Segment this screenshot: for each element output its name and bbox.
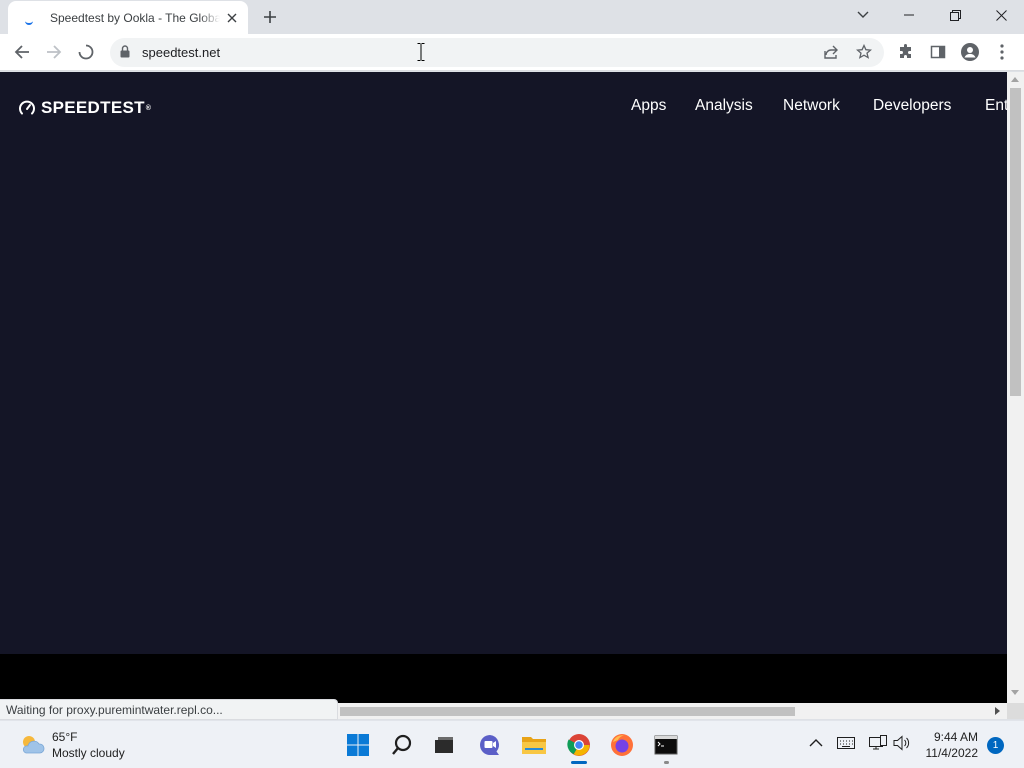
profile-avatar-icon[interactable]: [956, 38, 984, 66]
restore-icon[interactable]: [932, 0, 978, 30]
windows-logo-icon: [347, 734, 369, 756]
horizontal-scroll-thumb[interactable]: [340, 707, 795, 716]
notification-badge[interactable]: 1: [987, 737, 1004, 754]
running-app-indicator: [664, 761, 669, 764]
nav-developers[interactable]: Developers: [873, 97, 951, 115]
tab-strip: Speedtest by Ookla - The Global: [0, 0, 1024, 34]
nav-network[interactable]: Network: [783, 97, 840, 115]
status-bubble: Waiting for proxy.puremintwater.repl.co.…: [0, 699, 338, 720]
chrome-icon: [567, 734, 590, 756]
scroll-right-icon[interactable]: [995, 707, 1000, 715]
weather-temp: 65°F: [52, 730, 78, 744]
task-view-icon: [435, 737, 453, 753]
terminal-taskbar-button[interactable]: [646, 729, 686, 761]
close-window-icon[interactable]: [978, 0, 1024, 30]
new-tab-button[interactable]: [258, 5, 282, 29]
chevron-up-icon: [809, 739, 823, 747]
terminal-icon: [654, 735, 678, 755]
tab-title: Speedtest by Ookla - The Global: [50, 10, 220, 25]
scroll-down-icon[interactable]: [1011, 690, 1019, 695]
logo-text: SPEEDTEST: [41, 98, 145, 117]
file-explorer-button[interactable]: [514, 729, 554, 761]
minimize-icon[interactable]: [886, 0, 932, 30]
chrome-taskbar-button[interactable]: [559, 729, 599, 761]
extensions-icon[interactable]: [892, 38, 920, 66]
tab-search-icon[interactable]: [840, 0, 886, 30]
keyboard-icon[interactable]: [837, 736, 855, 754]
show-hidden-icons-button[interactable]: [809, 735, 823, 753]
task-view-button[interactable]: [424, 729, 464, 761]
scroll-up-icon[interactable]: [1011, 77, 1019, 82]
search-taskbar-button[interactable]: [382, 729, 422, 761]
start-button[interactable]: [338, 729, 378, 761]
weather-widget[interactable]: 65°F Mostly cloudy: [18, 729, 125, 761]
share-icon[interactable]: [823, 44, 839, 65]
forward-button[interactable]: [40, 38, 68, 66]
clock-date: 11/4/2022: [925, 746, 979, 760]
browser-toolbar: speedtest.net: [0, 34, 1024, 71]
network-icon[interactable]: [869, 735, 887, 756]
clock-time: 9:44 AM: [933, 730, 978, 744]
browser-tab[interactable]: Speedtest by Ookla - The Global: [8, 1, 248, 34]
folder-icon: [522, 737, 546, 754]
vertical-scroll-thumb[interactable]: [1010, 88, 1021, 396]
page-footer-band: [0, 654, 1007, 703]
bookmark-star-icon[interactable]: [855, 43, 873, 65]
address-bar[interactable]: speedtest.net: [110, 38, 884, 67]
nav-apps[interactable]: Apps: [631, 97, 666, 115]
menu-kebab-icon[interactable]: [988, 38, 1016, 66]
firefox-icon: [611, 734, 633, 756]
nav-analysis[interactable]: Analysis: [695, 97, 753, 115]
search-icon: [392, 734, 412, 755]
volume-icon[interactable]: [893, 735, 911, 756]
close-tab-icon[interactable]: [224, 10, 240, 26]
chat-icon: [480, 735, 499, 755]
windows-taskbar: 65°F Mostly cloudy 9:44 AM 11/4/2022 1: [0, 720, 1024, 768]
vertical-scrollbar[interactable]: [1007, 72, 1024, 703]
scrollbar-corner: [1007, 703, 1024, 719]
url-text[interactable]: speedtest.net: [142, 45, 220, 60]
loading-favicon-icon: [22, 10, 38, 26]
firefox-taskbar-button[interactable]: [602, 729, 642, 761]
teams-chat-button[interactable]: [470, 729, 510, 761]
speedtest-logo[interactable]: SPEEDTEST ®: [18, 98, 151, 118]
logo-trademark: ®: [145, 104, 152, 112]
taskbar-clock[interactable]: 9:44 AM 11/4/2022: [918, 729, 979, 761]
active-app-indicator: [571, 761, 587, 764]
text-cursor-icon: [417, 43, 425, 66]
speedometer-icon: [19, 100, 35, 115]
weather-condition: Mostly cloudy: [52, 746, 125, 760]
back-button[interactable]: [8, 38, 36, 66]
nav-enterprise[interactable]: Ent: [985, 97, 1007, 115]
cloudy-weather-icon: [22, 736, 45, 754]
stop-loading-button[interactable]: [72, 38, 100, 66]
web-page: SPEEDTEST ® Apps Analysis Network Develop…: [0, 72, 1007, 703]
side-panel-icon[interactable]: [924, 38, 952, 66]
lock-icon[interactable]: [120, 45, 130, 63]
